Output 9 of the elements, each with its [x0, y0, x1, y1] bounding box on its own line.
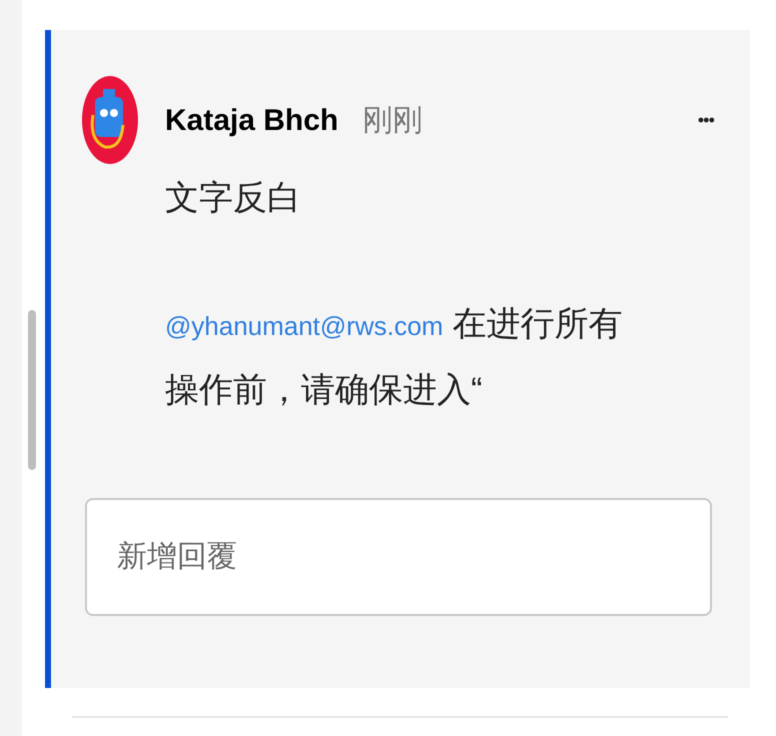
more-options-button[interactable]: •••	[698, 106, 714, 134]
author-name: Kataja Bhch	[165, 104, 338, 136]
timestamp: 刚刚	[362, 102, 422, 138]
scrollbar-thumb[interactable]	[28, 310, 36, 470]
reply-field[interactable]: 新增回覆	[85, 498, 712, 616]
avatar-icon	[81, 75, 139, 165]
comment-message: @yhanumant@rws.com 在进行所有操作前，请确保进入“	[165, 304, 624, 411]
comment-text: 文字反白	[165, 178, 302, 219]
mention-link[interactable]: @yhanumant@rws.com	[165, 311, 444, 341]
